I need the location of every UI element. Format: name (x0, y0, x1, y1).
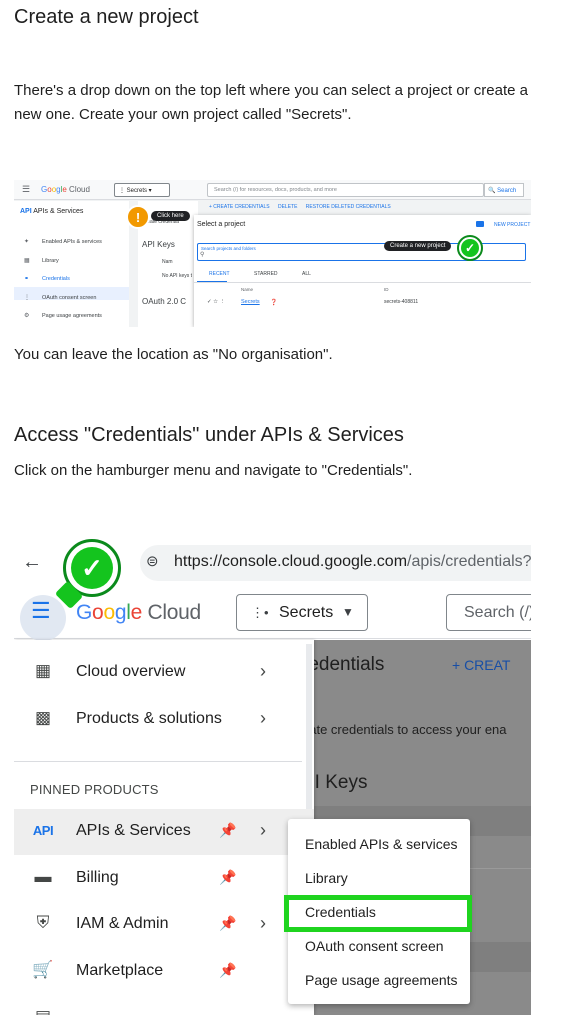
compute-icon: ▤ (32, 1006, 54, 1015)
check-star-icons: ✓ ☆ ⋮ (207, 299, 226, 305)
submenu-library[interactable]: Library (305, 870, 348, 886)
section-heading-create-project: Create a new project (14, 6, 199, 28)
submenu-page-usage[interactable]: Page usage agreements (305, 972, 458, 988)
section-paragraph-location: You can leave the location as "No organi… (14, 346, 333, 363)
search-icon: ⚲ (200, 252, 205, 258)
page-description: eate credentials to access your ena (302, 722, 507, 737)
project-dots-icon: ⋮• (251, 605, 269, 620)
search-input[interactable]: Search (/) (446, 594, 531, 631)
settings-icon: ⚙ (24, 313, 30, 319)
pin-icon[interactable]: 📌 (219, 962, 236, 979)
nav-item-iam-admin[interactable]: ⛨ IAM & Admin 📌 › (14, 902, 314, 948)
console-header: ☰ Google Cloud ⋮ Secrets ▾ Search (/) fo… (14, 180, 531, 200)
screenshot-navigation-menu: ← ⊜ https://console.cloud.google.com/api… (14, 537, 531, 1015)
hamburger-icon[interactable]: ☰ (31, 600, 51, 622)
apis-sidebar: API APIs & Services ✦ Enabled APIs & ser… (14, 201, 129, 327)
pin-icon[interactable]: 📌 (219, 822, 236, 839)
project-id: secrets-408811 (384, 299, 419, 305)
sidebar-item-page-usage[interactable]: Page usage agreements (42, 313, 102, 319)
hamburger-icon: ☰ (22, 184, 31, 194)
select-project-dialog: Select a project NEW PROJECT Search proj… (194, 215, 531, 327)
nav-item-cloud-overview[interactable]: ▦ Cloud overview › (14, 650, 314, 696)
pinned-products-heading: PINNED PRODUCTS (30, 782, 159, 797)
caret-down-icon: ▼ (342, 605, 354, 619)
nav-item-products-solutions[interactable]: ▩ Products & solutions › (14, 697, 314, 743)
dashboard-icon: ▦ (34, 661, 52, 680)
folder-icon (476, 221, 484, 227)
project-name: Secrets (279, 604, 334, 621)
dialog-title: Select a project (197, 221, 246, 228)
consent-icon: ⋮ (24, 295, 30, 301)
google-cloud-logo: Google Cloud (41, 185, 90, 194)
nav-item-apis-services[interactable]: API APIs & Services 📌 › (14, 809, 314, 855)
submenu-enabled-apis[interactable]: Enabled APIs & services (305, 836, 458, 852)
api-icon: API (32, 822, 54, 838)
nav-item-partial[interactable]: ▤ (14, 996, 314, 1015)
search-input[interactable]: Search (/) for resources, docs, products… (207, 183, 484, 197)
pin-icon[interactable]: 📌 (219, 869, 236, 886)
section-paragraph: There's a drop down on the top left wher… (14, 82, 528, 123)
submenu-oauth-consent[interactable]: OAuth consent screen (305, 938, 444, 954)
library-icon: ▦ (24, 258, 30, 264)
page-title: redentials (302, 654, 385, 675)
nav-item-marketplace[interactable]: 🛒 Marketplace 📌 (14, 949, 314, 995)
section-heading-credentials: Access "Credentials" under APIs & Servic… (14, 424, 404, 446)
callout-click-here: Click here (151, 211, 190, 221)
pin-icon[interactable]: 📌 (219, 915, 236, 932)
credentials-highlight-box (284, 895, 472, 932)
sidebar-title: API APIs & Services (20, 208, 84, 215)
navigation-drawer: ▦ Cloud overview › ▩ Products & solution… (14, 640, 314, 1015)
sidebar-item-enabled[interactable]: Enabled APIs & services (42, 239, 102, 245)
nav-item-billing[interactable]: ▬ Billing 📌 (14, 856, 314, 902)
shield-icon: ⛨ (36, 913, 50, 932)
chevron-right-icon: › (260, 820, 266, 840)
grid-icon: ▩ (34, 708, 52, 727)
warning-marker-icon: ! (126, 205, 150, 229)
create-credentials-button: + CREAT (452, 657, 511, 673)
toolbar-create-credentials[interactable]: + CREATE CREDENTIALS DELETE RESTORE DELE… (209, 204, 391, 210)
back-arrow-icon[interactable]: ← (22, 551, 42, 574)
screenshot-select-project: ☰ Google Cloud ⋮ Secrets ▾ Search (/) fo… (14, 180, 531, 327)
new-project-button[interactable]: NEW PROJECT (494, 222, 530, 228)
site-settings-icon[interactable]: ⊜ (146, 552, 159, 570)
callout-create-project: Create a new project (384, 241, 452, 251)
section-paragraph-hamburger: Click on the hamburger menu and navigate… (14, 462, 413, 479)
help-icon: ❓ (270, 300, 278, 306)
project-link-secrets[interactable]: Secrets (241, 299, 260, 305)
chevron-right-icon: › (260, 708, 266, 728)
tab-recent[interactable]: RECENT (209, 271, 230, 277)
project-picker[interactable]: ⋮• Secrets ▼ (236, 594, 368, 631)
cart-icon: 🛒 (32, 960, 54, 979)
project-picker[interactable]: ⋮ Secrets ▾ (114, 183, 170, 197)
url-text: https://console.cloud.google.com/apis/cr… (174, 553, 531, 570)
diamond-icon: ✦ (24, 239, 30, 245)
column-name: Name (241, 287, 254, 292)
tab-all[interactable]: ALL (302, 271, 311, 277)
chevron-right-icon: › (260, 913, 266, 933)
sidebar-item-credentials[interactable]: Credentials (42, 276, 70, 282)
sidebar-item-library[interactable]: Library (42, 258, 59, 264)
key-icon: ⚭ (24, 276, 30, 282)
chevron-right-icon: › (260, 661, 266, 681)
check-marker-icon: ✓ (457, 235, 483, 261)
tab-starred[interactable]: STARRED (254, 271, 278, 277)
billing-icon: ▬ (34, 867, 52, 886)
column-id: ID (384, 287, 389, 292)
google-cloud-logo: Google Cloud (76, 601, 201, 624)
sidebar-item-oauth[interactable]: OAuth consent screen (42, 295, 96, 301)
search-button[interactable]: 🔍 Search (484, 183, 524, 197)
